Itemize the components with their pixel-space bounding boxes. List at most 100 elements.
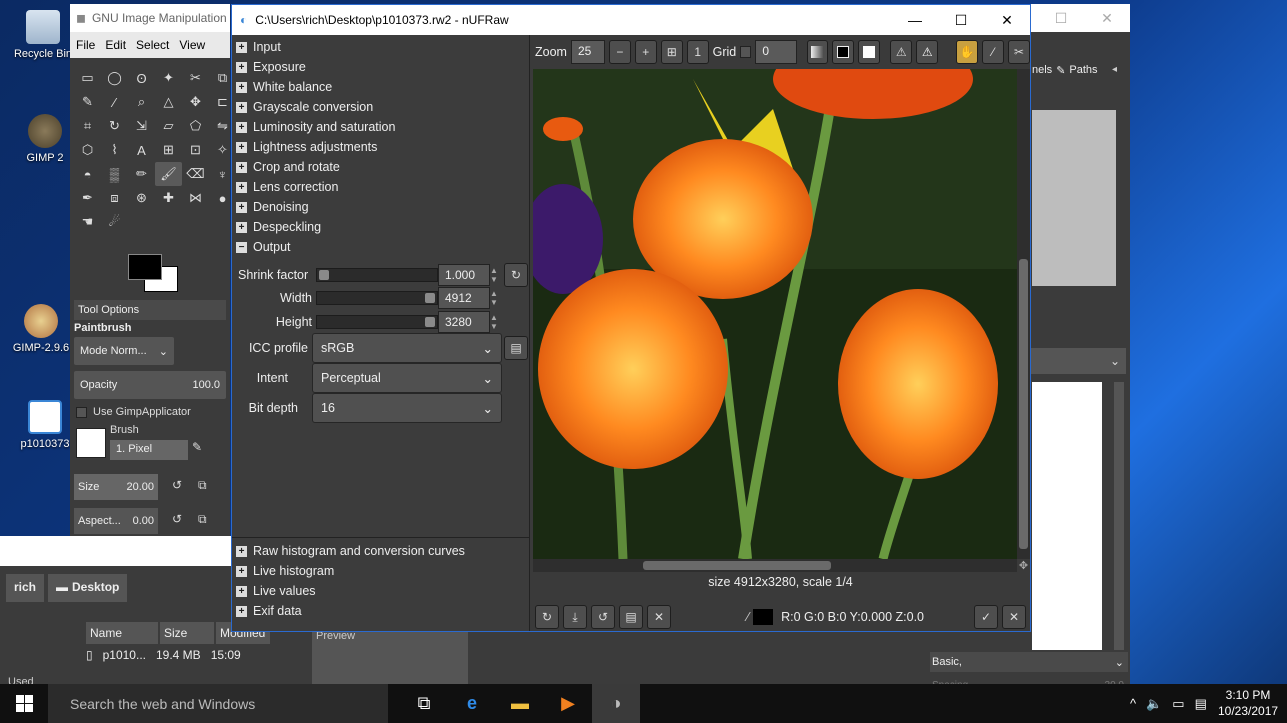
shrink-spinbutton[interactable]: 1.000	[438, 264, 490, 286]
expander-crop-rotate[interactable]: + Crop and rotate	[232, 157, 529, 177]
file-explorer-icon[interactable]: ▬	[496, 684, 544, 723]
menu-edit[interactable]: Edit	[105, 38, 126, 52]
expander-output[interactable]: − Output	[232, 237, 529, 257]
crumb-rich[interactable]: rich	[6, 574, 45, 602]
dock-scrollbar[interactable]	[1114, 382, 1124, 650]
crop-icon[interactable]: ⌗	[74, 114, 101, 138]
delete-button[interactable]: ↺	[591, 605, 615, 629]
column-name[interactable]: Name	[86, 622, 158, 644]
height-spinbutton[interactable]: 3280	[438, 311, 490, 333]
expander-despeckling[interactable]: + Despeckling	[232, 217, 529, 237]
expander-grayscale[interactable]: + Grayscale conversion	[232, 97, 529, 117]
heal-icon[interactable]: ✚	[155, 186, 182, 210]
grid-checkbox[interactable]	[740, 46, 752, 58]
nav-corner-icon[interactable]: ✥	[1017, 559, 1030, 572]
pan-button[interactable]: ✋	[956, 40, 979, 64]
shear-icon[interactable]: ▱	[155, 114, 182, 138]
expander-lightness[interactable]: + Lightness adjustments	[232, 137, 529, 157]
black-background-button[interactable]	[832, 40, 855, 64]
ellipse-select-icon[interactable]: ◯	[101, 66, 128, 90]
eraser-icon[interactable]: ⌫	[182, 162, 209, 186]
link-icon[interactable]: ⧉	[198, 512, 207, 527]
move-icon[interactable]: ✥	[182, 90, 209, 114]
desktop-icon-gimp296[interactable]: GIMP-2.9.6	[6, 304, 76, 354]
gimp-taskbar-icon[interactable]: ◑	[592, 684, 640, 723]
cage-icon[interactable]: ⬡	[74, 138, 101, 162]
crumb-desktop[interactable]: ▬ Desktop	[48, 574, 128, 602]
opacity-slider[interactable]: Opacity 100.0	[74, 371, 226, 399]
zoom-100-button[interactable]: 1	[686, 40, 709, 64]
ink-icon[interactable]: ✒	[74, 186, 101, 210]
ok-button[interactable]: ✓	[974, 605, 998, 629]
shrink-slider[interactable]	[316, 268, 438, 282]
expander-luminosity[interactable]: + Luminosity and saturation	[232, 117, 529, 137]
gradient-icon[interactable]: ▒	[101, 162, 128, 186]
text-icon[interactable]: A	[128, 138, 155, 162]
brush-preset-select[interactable]: ⌄	[1028, 348, 1126, 374]
zoom-fit-button[interactable]: ⊞	[660, 40, 683, 64]
brush-preview[interactable]	[76, 428, 106, 458]
aspect-slider[interactable]: Aspect... 0.00	[74, 508, 158, 534]
zoom-out-button[interactable]: −	[608, 40, 631, 64]
paths-list[interactable]	[1032, 110, 1116, 286]
close-button[interactable]: ✕	[1084, 3, 1130, 33]
perspective-icon[interactable]: ⬠	[182, 114, 209, 138]
start-button[interactable]	[0, 684, 48, 723]
settings-button[interactable]: ✕	[647, 605, 671, 629]
foreground-color[interactable]	[128, 254, 162, 280]
crop-button[interactable]: ✂	[1008, 40, 1031, 64]
reset-icon[interactable]: ↺	[172, 512, 182, 526]
brush-preset-field[interactable]: Basic, ⌄	[928, 652, 1128, 672]
white-background-button[interactable]	[858, 40, 881, 64]
spin-arrows-icon[interactable]: ▲ ▼	[490, 266, 500, 284]
zoom-in-button[interactable]: +	[634, 40, 657, 64]
color-swatches[interactable]	[126, 252, 182, 296]
expander-live-values[interactable]: + Live values	[232, 581, 465, 601]
volume-icon[interactable]: 🔈	[1146, 696, 1162, 712]
spin-arrows-icon[interactable]: ▲ ▼	[490, 289, 500, 307]
channels-tab[interactable]: nels	[1032, 64, 1052, 77]
color-picker-icon[interactable]: ⁄	[101, 90, 128, 114]
use-applicator-checkbox[interactable]	[76, 406, 87, 418]
expander-white-balance[interactable]: + White balance	[232, 77, 529, 97]
width-slider[interactable]	[316, 291, 438, 305]
paintbrush-icon[interactable]: 🖌	[155, 162, 182, 186]
notifications-icon[interactable]: ▤	[1195, 696, 1207, 712]
underexposure-button[interactable]: ⚠	[890, 40, 913, 64]
task-view-icon[interactable]: ⧉	[400, 684, 448, 723]
network-icon[interactable]: ▭	[1172, 696, 1184, 712]
brush-grid[interactable]	[1032, 382, 1102, 650]
unified-transform-icon[interactable]: ⊡	[182, 138, 209, 162]
image-preview[interactable]	[533, 69, 1017, 559]
grid-spinbutton[interactable]: 0	[755, 40, 797, 64]
column-size[interactable]: Size	[160, 622, 214, 644]
spot-button[interactable]: ⁄	[982, 40, 1005, 64]
show-hidden-icons[interactable]: ^	[1130, 696, 1136, 711]
spin-arrows-icon[interactable]: ▲ ▼	[490, 313, 500, 331]
save-button[interactable]: ⤓	[563, 605, 587, 629]
link-icon[interactable]: ⧉	[198, 478, 207, 493]
reset-icon[interactable]: ↺	[172, 478, 182, 492]
smudge-icon[interactable]: ☚	[74, 210, 101, 234]
preview-hscrollbar[interactable]	[533, 559, 1017, 572]
gimp-titlebar[interactable]: ◼ GNU Image Manipulation	[70, 4, 230, 32]
cancel-button[interactable]: ✕	[1002, 605, 1026, 629]
dock-menu-icon[interactable]: ◂	[1112, 64, 1117, 75]
menu-view[interactable]: View	[179, 38, 205, 52]
width-spinbutton[interactable]: 4912	[438, 287, 490, 309]
clone-icon[interactable]: ⊛	[128, 186, 155, 210]
send-to-gimp-button[interactable]: ▤	[619, 605, 643, 629]
perspective-clone-icon[interactable]: ⋈	[182, 186, 209, 210]
bitdepth-select[interactable]: 16 ⌄	[312, 393, 502, 423]
open-profile-button[interactable]: ▤	[504, 336, 528, 360]
edge-icon[interactable]: e	[448, 684, 496, 723]
nufraw-titlebar[interactable]: ◐ C:\Users\rich\Desktop\p1010373.rw2 - n…	[232, 5, 1030, 35]
zoom-icon[interactable]: ⌕	[128, 90, 155, 114]
height-slider[interactable]	[316, 315, 438, 329]
lasso-icon[interactable]: ʘ	[128, 66, 155, 90]
expander-exposure[interactable]: + Exposure	[232, 57, 529, 77]
expander-exif[interactable]: + Exif data	[232, 601, 465, 621]
close-button[interactable]: ✕	[984, 5, 1030, 35]
expander-live-histogram[interactable]: + Live histogram	[232, 561, 465, 581]
mode-select[interactable]: Mode Norm... ⌄	[74, 337, 174, 365]
